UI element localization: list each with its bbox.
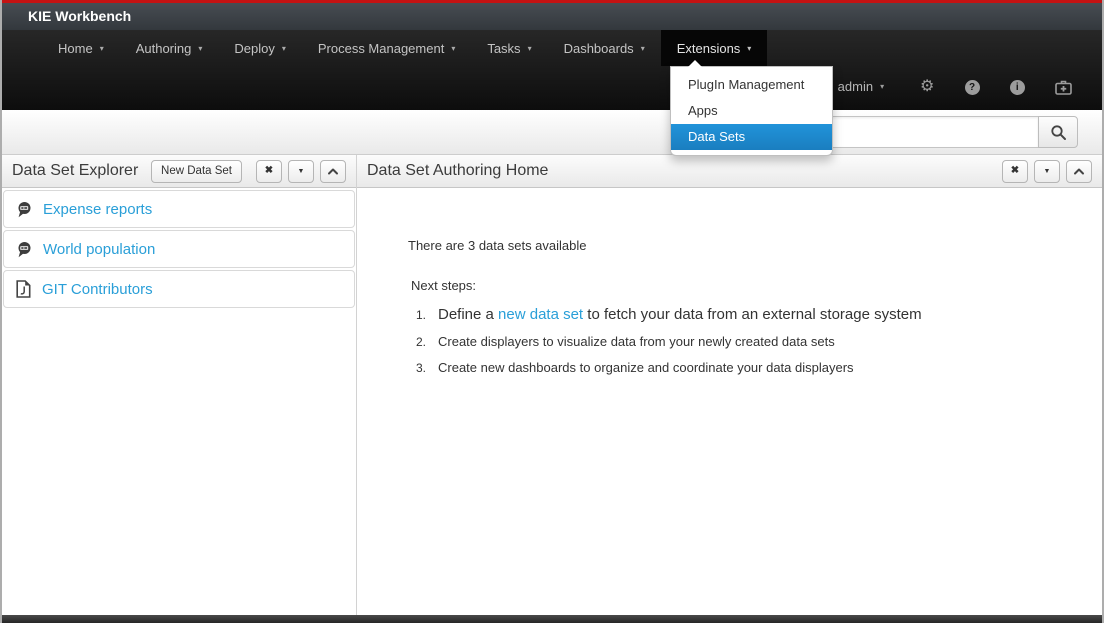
chevron-down-icon: ▾ [282,44,286,53]
panel-collapse-button[interactable] [320,160,346,183]
chevron-down-icon: ▾ [451,44,455,53]
step-text: Create displayers to visualize data from… [438,334,835,349]
new-data-set-button[interactable]: New Data Set [151,160,242,183]
menu-item-apps[interactable]: Apps [671,98,832,124]
explorer-panel-title: Data Set Explorer [12,162,145,180]
authoring-home-panel-header: Data Set Authoring Home ✖ ▼ [357,155,1102,188]
chevron-down-icon: ▾ [747,44,751,53]
next-steps-list: 1. Define a new data set to fetch your d… [416,306,1082,375]
nav-item-label: Authoring [136,41,192,56]
nav-item-authoring[interactable]: Authoring ▾ [120,30,219,66]
nav-item-label: Dashboards [564,41,634,56]
panel-close-button[interactable]: ✖ [256,160,282,183]
step-item-1: 1. Define a new data set to fetch your d… [416,306,1082,323]
chevron-down-icon: ▾ [528,44,532,53]
brand-title: KIE Workbench [28,8,131,24]
search-button[interactable] [1038,116,1078,148]
dataset-row-world-population[interactable]: World population [3,230,355,268]
step-number: 1. [416,308,438,322]
nav-item-deploy[interactable]: Deploy ▾ [218,30,301,66]
chevron-down-icon: ▾ [880,82,884,91]
search-icon [1050,124,1067,141]
step-number: 2. [416,335,438,349]
nav-item-label: Tasks [487,41,520,56]
dataset-list: Expense reports World population [2,188,356,312]
navbar-icon-group: ⚙ ? i [920,76,1072,98]
close-icon: ✖ [1011,166,1019,176]
step-text: Define a new data set to fetch your data… [438,306,922,323]
step-item-2: 2. Create displayers to visualize data f… [416,334,1082,349]
authoring-home-panel-title: Data Set Authoring Home [367,162,996,180]
data-set-authoring-home-panel: Data Set Authoring Home ✖ ▼ There are 3 [357,155,1102,615]
dataset-link[interactable]: Expense reports [43,201,152,218]
chevron-down-icon: ▾ [198,44,202,53]
step-item-3: 3. Create new dashboards to organize and… [416,360,1082,375]
menu-item-plugin-management[interactable]: PlugIn Management [671,72,832,98]
authoring-home-content: There are 3 data sets available Next ste… [357,188,1102,386]
extensions-dropdown-menu: PlugIn Management Apps Data Sets [670,66,833,156]
help-icon[interactable]: ? [965,80,980,95]
chevron-down-icon: ▼ [298,168,305,175]
dataset-row-expense-reports[interactable]: Expense reports [3,190,355,228]
step-number: 3. [416,361,438,375]
nav-item-home[interactable]: Home ▾ [42,30,120,66]
chevron-down-icon: ▾ [100,44,104,53]
chevron-up-icon [327,167,339,175]
search-strip [2,110,1102,155]
settings-gear-icon[interactable]: ⚙ [920,79,934,95]
window-bottom-edge [2,615,1102,623]
panel-menu-button[interactable]: ▼ [288,160,314,183]
step-text-pre: Define a [438,306,498,323]
chevron-down-icon: ▾ [641,44,645,53]
medkit-icon[interactable] [1055,80,1072,95]
step-text: Create new dashboards to organize and co… [438,360,854,375]
file-dataset-icon [16,280,31,298]
step-text-post: to fetch your data from an external stor… [583,306,922,323]
new-data-set-link[interactable]: new data set [498,306,583,323]
available-datasets-text: There are 3 data sets available [408,238,1082,253]
next-steps-label: Next steps: [411,278,1082,293]
dataset-link[interactable]: GIT Contributors [42,281,153,298]
nav-item-label: Deploy [234,41,274,56]
nav-menu: Home ▾ Authoring ▾ Deploy ▾ Process Mana… [42,30,767,66]
panel-collapse-button[interactable] [1066,160,1092,183]
info-icon[interactable]: i [1010,80,1025,95]
explorer-panel-header: Data Set Explorer New Data Set ✖ ▼ [2,155,356,188]
nav-item-extensions[interactable]: Extensions ▾ [661,30,768,66]
panel-menu-button[interactable]: ▼ [1034,160,1060,183]
chevron-down-icon: ▼ [1044,168,1051,175]
app-titlebar: KIE Workbench [2,3,1102,30]
app-window: KIE Workbench Home ▾ Authoring ▾ Deploy … [0,0,1104,623]
close-icon: ✖ [265,166,273,176]
nav-item-label: Process Management [318,41,444,56]
menu-item-data-sets[interactable]: Data Sets [671,124,832,150]
main-navbar: Home ▾ Authoring ▾ Deploy ▾ Process Mana… [2,30,1102,110]
panel-close-button[interactable]: ✖ [1002,160,1028,183]
nav-item-process-management[interactable]: Process Management ▾ [302,30,471,66]
workspace: Data Set Explorer New Data Set ✖ ▼ [2,155,1102,615]
nav-item-dashboards[interactable]: Dashboards ▾ [548,30,661,66]
bean-dataset-icon [16,241,32,258]
dataset-link[interactable]: World population [43,241,155,258]
nav-item-tasks[interactable]: Tasks ▾ [471,30,547,66]
nav-item-label: Extensions [677,41,741,56]
chevron-up-icon [1073,167,1085,175]
dataset-row-git-contributors[interactable]: GIT Contributors [3,270,355,308]
nav-item-label: Home [58,41,93,56]
bean-dataset-icon [16,201,32,218]
data-set-explorer-panel: Data Set Explorer New Data Set ✖ ▼ [2,155,357,615]
